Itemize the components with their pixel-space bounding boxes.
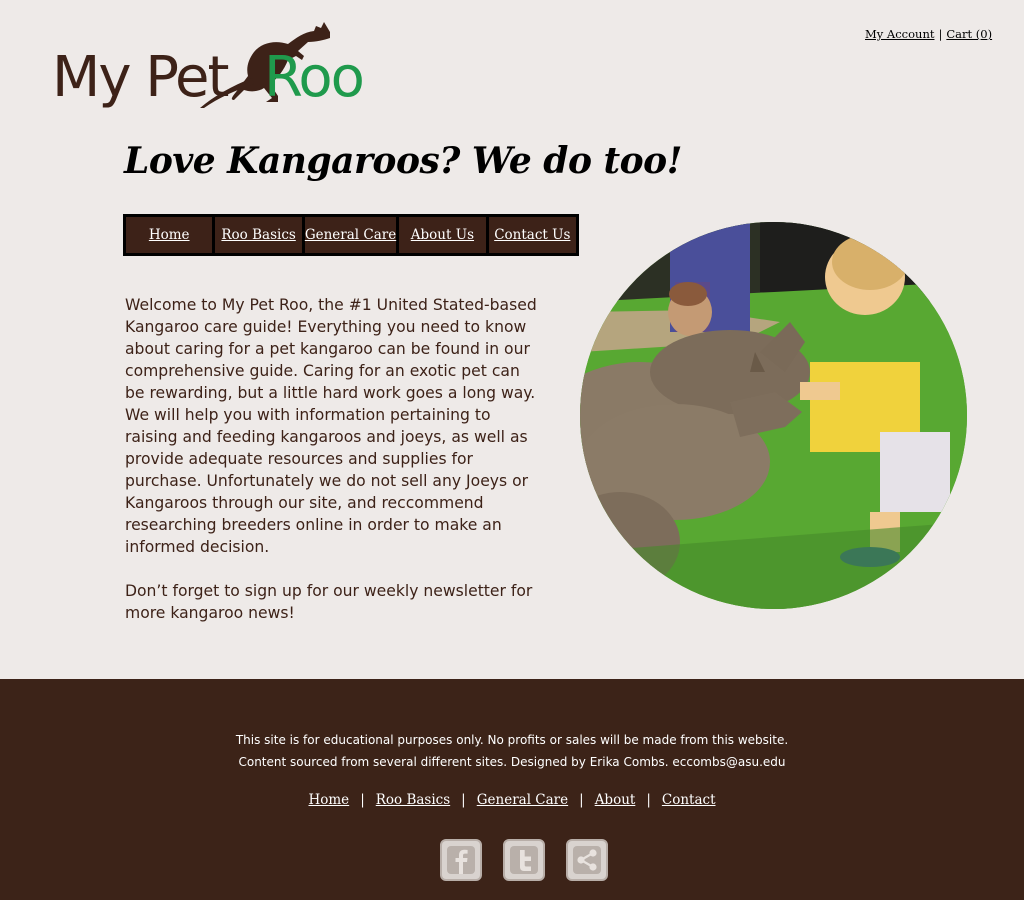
cart-link[interactable]: Cart (0) [946,27,992,41]
nav-item-contact-us[interactable]: Contact Us [488,217,577,253]
footer-link-roo-basics[interactable]: Roo Basics [376,792,450,808]
share-button[interactable] [566,839,608,881]
page-tagline: Love Kangaroos? We do too! [124,140,682,182]
footer-link-home[interactable]: Home [308,792,349,808]
nav-item-roo-basics[interactable]: Roo Basics [215,217,302,253]
footer-nav-separator: | [646,792,651,808]
social-links [440,839,608,881]
footer-link-general-care[interactable]: General Care [477,792,568,808]
nav-item-home[interactable]: Home [126,217,213,253]
my-account-link[interactable]: My Account [865,27,934,41]
facebook-button[interactable] [440,839,482,881]
footer-link-contact[interactable]: Contact [662,792,716,808]
footer-link-about[interactable]: About [595,792,636,808]
footer-disclaimer-line-2: Content sourced from several different s… [238,755,786,769]
twitter-icon [510,846,538,874]
intro-paragraph-1: Welcome to My Pet Roo, the #1 United Sta… [125,296,537,556]
footer-nav-separator: | [579,792,584,808]
nav-item-about-us[interactable]: About Us [399,217,486,253]
footer-disclaimer-line-1: This site is for educational purposes on… [235,733,789,747]
site-logo[interactable]: My Pet Roo [52,18,365,123]
footer-nav-separator: | [461,792,466,808]
kangaroo-photo [580,222,967,609]
account-separator: | [938,27,943,41]
logo-word-roo: Roo [264,45,365,110]
nav-item-general-care[interactable]: General Care [304,217,397,253]
main-nav: Home Roo Basics General Care About Us Co… [123,214,579,256]
facebook-icon [447,846,475,874]
share-icon [573,846,601,874]
footer-nav: Home | Roo Basics | General Care | About | Conta… [0,792,1024,808]
footer-disclaimer: This site is for educational purposes on… [0,729,1024,773]
account-links: My Account | Cart (0) [865,27,992,41]
intro-text: Welcome to My Pet Roo, the #1 United Sta… [125,294,537,624]
twitter-button[interactable] [503,839,545,881]
intro-paragraph-2: Don’t forget to sign up for our weekly n… [125,582,533,622]
footer-nav-separator: | [360,792,365,808]
site-footer: This site is for educational purposes on… [0,679,1024,900]
